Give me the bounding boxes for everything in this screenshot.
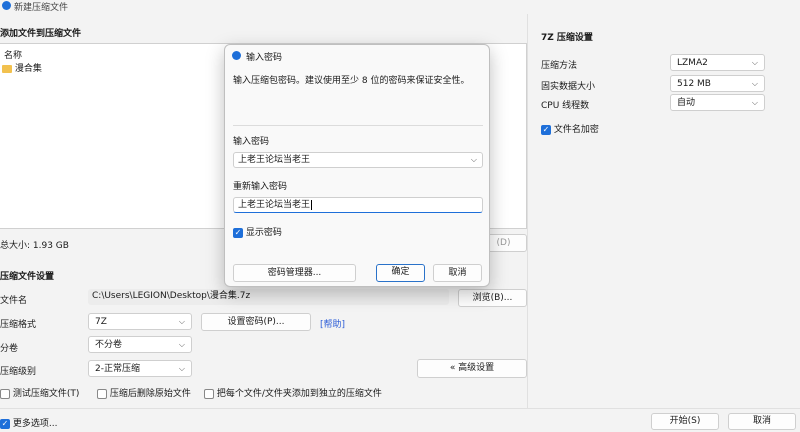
window-title: 新建压缩文件 <box>14 3 69 13</box>
dialog-title: 输入密码 <box>246 53 283 63</box>
ok-button[interactable]: 确定 <box>376 264 425 282</box>
column-header-name[interactable]: 名称 <box>4 48 22 61</box>
test-archive-option[interactable]: 测试压缩文件(T) <box>0 386 79 399</box>
test-archive-label: 测试压缩文件(T) <box>12 389 80 399</box>
delete-after-checkbox[interactable] <box>97 388 107 399</box>
chevron-down-icon: ⌵ <box>178 340 185 349</box>
method-select[interactable]: LZMA2 ⌵ <box>670 54 765 71</box>
file-name: 漫合集 <box>14 64 42 74</box>
show-password-label: 显示密码 <box>245 228 282 238</box>
solid-size-select[interactable]: 512 MB ⌵ <box>670 75 765 92</box>
more-options-checkbox[interactable]: ✓ <box>0 418 10 429</box>
level-label: 压缩级别 <box>0 367 37 377</box>
split-label: 分卷 <box>0 344 19 354</box>
password-dialog: 输入密码 输入压缩包密码。建议使用至少 8 位的密码来保证安全性。 输入密码 上… <box>224 44 490 287</box>
cancel-button[interactable]: 取消 <box>728 413 796 430</box>
folder-icon <box>2 64 12 73</box>
settings-section-title: 压缩文件设置 <box>0 272 55 282</box>
dialog-cancel-button[interactable]: 取消 <box>433 264 482 282</box>
filename-label: 文件名 <box>0 296 28 306</box>
chevron-down-icon[interactable]: ⌵ <box>471 153 477 167</box>
more-options-option[interactable]: ✓ 更多选项... <box>0 416 57 429</box>
solid-size-label: 固实数据大小 <box>541 82 596 92</box>
method-label: 压缩方法 <box>541 61 578 71</box>
split-select[interactable]: 不分卷 ⌵ <box>88 336 192 353</box>
encrypt-filenames-label: 文件名加密 <box>553 125 599 135</box>
chevron-down-icon: ⌵ <box>178 364 185 373</box>
browse-button[interactable]: 浏览(B)... <box>458 289 527 307</box>
password-input[interactable]: 上老王论坛当老王 ⌵ <box>233 152 483 168</box>
level-select[interactable]: 2-正常压缩 ⌵ <box>88 360 192 377</box>
password-input-value: 上老王论坛当老王 <box>238 155 311 165</box>
separate-archives-checkbox[interactable] <box>204 388 214 399</box>
app-icon <box>2 1 11 10</box>
separate-archives-label: 把每个文件/文件夹添加到独立的压缩文件 <box>216 389 382 399</box>
sevenz-section-title: 7Z 压缩设置 <box>541 33 593 43</box>
delete-after-label: 压缩后删除原始文件 <box>109 389 191 399</box>
cpu-threads-label: CPU 线程数 <box>541 101 590 111</box>
file-list-item[interactable]: 漫合集 <box>2 61 42 74</box>
show-password-checkbox[interactable]: ✓ <box>233 227 243 238</box>
dialog-hint: 输入压缩包密码。建议使用至少 8 位的密码来保证安全性。 <box>233 76 470 86</box>
test-archive-checkbox[interactable] <box>0 388 10 399</box>
dialog-divider <box>233 125 483 126</box>
text-cursor <box>311 200 313 210</box>
format-select[interactable]: 7Z ⌵ <box>88 313 192 330</box>
chevron-down-icon: ⌵ <box>751 79 758 88</box>
sevenz-settings-panel: 7Z 压缩设置 压缩方法 LZMA2 ⌵ 固实数据大小 512 MB ⌵ CPU 线… <box>527 14 800 408</box>
set-password-button[interactable]: 设置密码(P)... <box>201 313 311 331</box>
confirm-password-label: 重新输入密码 <box>233 182 288 192</box>
encrypt-filenames-option[interactable]: ✓ 文件名加密 <box>541 122 599 135</box>
dialog-app-icon <box>232 51 241 60</box>
format-label: 压缩格式 <box>0 320 37 330</box>
confirm-password-input[interactable]: 上老王论坛当老王 <box>233 197 483 213</box>
more-options-label: 更多选项... <box>12 419 58 429</box>
advanced-settings-button[interactable]: « 高级设置 <box>417 359 527 378</box>
chevron-down-icon: ⌵ <box>751 58 758 67</box>
total-size: 总大小: 1.93 GB <box>0 241 69 251</box>
filename-input[interactable]: C:\Users\LEGION\Desktop\漫合集.7z <box>88 289 449 305</box>
cpu-threads-select[interactable]: 自动 ⌵ <box>670 94 765 111</box>
delete-after-option[interactable]: 压缩后删除原始文件 <box>97 386 191 399</box>
files-section-title: 添加文件到压缩文件 <box>0 29 82 39</box>
password-manager-button[interactable]: 密码管理器... <box>233 264 356 282</box>
start-button[interactable]: 开始(S) <box>651 413 719 430</box>
footer-bar: ✓ 更多选项... 开始(S) 取消 <box>0 408 800 432</box>
encrypt-filenames-checkbox[interactable]: ✓ <box>541 124 551 135</box>
chevron-down-icon: ⌵ <box>178 317 185 326</box>
password-label: 输入密码 <box>233 137 270 147</box>
confirm-password-value: 上老王论坛当老王 <box>238 200 311 210</box>
title-bar: 新建压缩文件 <box>0 0 800 14</box>
help-link[interactable]: [帮助] <box>320 317 345 330</box>
chevron-down-icon: ⌵ <box>751 98 758 107</box>
show-password-option[interactable]: ✓ 显示密码 <box>233 225 282 238</box>
separate-archives-option[interactable]: 把每个文件/文件夹添加到独立的压缩文件 <box>204 386 382 399</box>
